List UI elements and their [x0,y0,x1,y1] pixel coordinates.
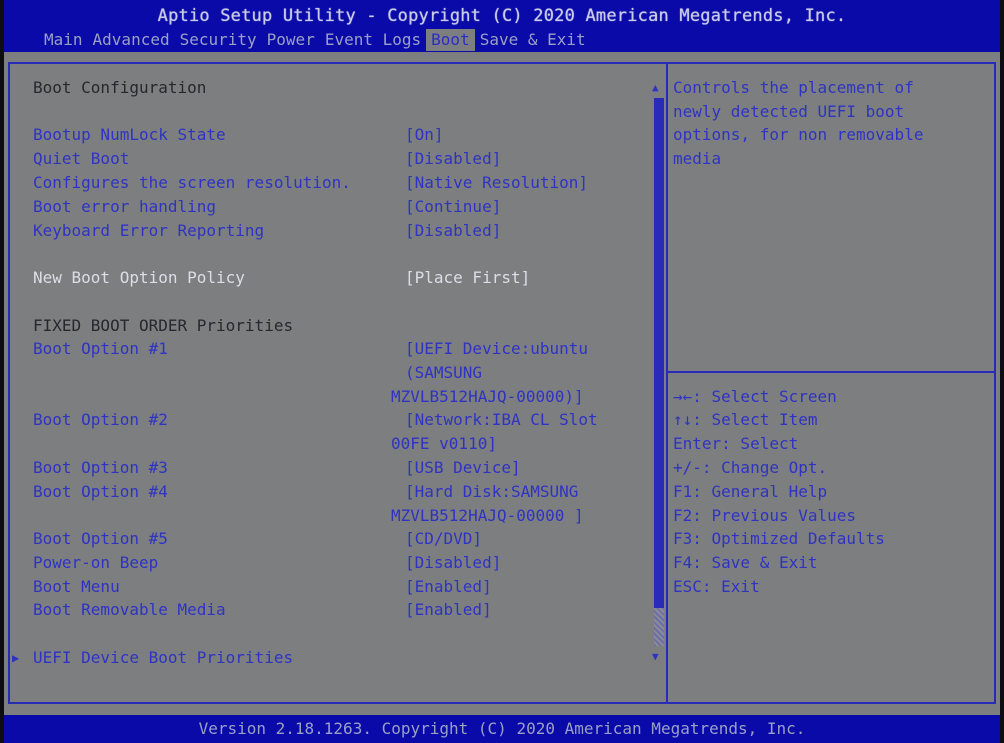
setting-label-quiet-boot[interactable]: Quiet Boot [33,147,129,171]
tab-bar: Main Advanced Security Power Event Logs … [44,29,591,51]
key-hint-f2: F2: Previous Values [673,506,857,525]
fixed-boot-order-title: FIXED BOOT ORDER Priorities [33,316,294,335]
boot-option-4-value[interactable]: [Hard Disk:SAMSUNG [405,480,578,504]
key-hint-change-opt: +/-: Change Opt. [673,458,828,477]
footer-bar: Version 2.18.1263. Copyright (C) 2020 Am… [4,715,1000,743]
key-hint-select-screen: →←: Select Screen [673,387,837,406]
setting-label-new-boot-option-policy[interactable]: New Boot Option Policy [33,266,245,290]
boot-option-3-label[interactable]: Boot Option #3 [33,456,168,480]
setting-value-boot-error[interactable]: [Continue] [405,195,501,219]
help-line-1: Controls the placement of [673,78,914,97]
setting-label-screen-resolution[interactable]: Configures the screen resolution. [33,171,351,195]
header-bar: Aptio Setup Utility - Copyright (C) 2020… [4,0,1000,52]
bios-screen: Aptio Setup Utility - Copyright (C) 2020… [4,0,1000,743]
setting-value-new-boot-option-policy[interactable]: [Place First] [405,266,530,290]
tab-event-logs[interactable]: Event Logs [320,29,426,51]
boot-option-3-value[interactable]: [USB Device] [405,456,521,480]
boot-option-5-label[interactable]: Boot Option #5 [33,527,168,551]
tab-save-exit[interactable]: Save & Exit [475,29,591,51]
boot-option-2-label[interactable]: Boot Option #2 [33,408,168,432]
setting-value-power-on-beep[interactable]: [Disabled] [405,551,501,575]
setting-value-boot-menu[interactable]: [Enabled] [405,575,492,599]
setting-label-boot-error[interactable]: Boot error handling [33,195,216,219]
setting-label-numlock[interactable]: Bootup NumLock State [33,123,226,147]
setting-value-screen-resolution[interactable]: [Native Resolution] [405,171,588,195]
setting-label-keyboard-error[interactable]: Keyboard Error Reporting [33,219,264,243]
tab-main[interactable]: Main [44,29,88,51]
window-title: Aptio Setup Utility - Copyright (C) 2020… [157,6,847,26]
key-hint-f3: F3: Optimized Defaults [673,529,885,548]
panel-divider [666,62,668,704]
setting-label-boot-menu[interactable]: Boot Menu [33,575,120,599]
boot-option-5-value[interactable]: [CD/DVD] [405,527,482,551]
tab-boot[interactable]: Boot [426,29,475,51]
scrollbar-track-rest [654,608,664,646]
boot-option-1-value[interactable]: [UEFI Device:ubuntu [405,337,588,361]
setting-label-power-on-beep[interactable]: Power-on Beep [33,551,158,575]
boot-option-1-value-line2[interactable]: (SAMSUNG [405,361,482,385]
key-hint-esc: ESC: Exit [673,577,760,596]
setting-value-numlock[interactable]: [On] [405,123,444,147]
scrollbar-thumb[interactable] [654,98,664,608]
scroll-up-arrow-icon[interactable]: ▲ [652,81,659,94]
key-hint-f4: F4: Save & Exit [673,553,818,572]
boot-option-1-label[interactable]: Boot Option #1 [33,337,168,361]
help-line-4: media [673,149,722,168]
section-title: Boot Configuration [33,78,207,97]
help-keys-divider [668,371,996,373]
scroll-down-arrow-icon[interactable]: ▼ [652,650,659,663]
tab-security[interactable]: Security [175,29,262,51]
key-hint-select-item: ↑↓: Select Item [673,410,818,429]
boot-option-1-value-line3[interactable]: MZVLB512HAJQ-00000)] [391,385,584,409]
setting-value-quiet-boot[interactable]: [Disabled] [405,147,501,171]
boot-option-4-value-line2[interactable]: MZVLB512HAJQ-00000 ] [391,504,584,528]
submenu-arrow-icon: ▶ [12,651,20,665]
setting-label-boot-removable-media[interactable]: Boot Removable Media [33,598,226,622]
key-hint-enter: Enter: Select [673,434,799,453]
setting-value-boot-removable-media[interactable]: [Enabled] [405,598,492,622]
key-hint-f1: F1: General Help [673,482,828,501]
tab-advanced[interactable]: Advanced [88,29,175,51]
setting-value-keyboard-error[interactable]: [Disabled] [405,219,501,243]
version-text: Version 2.18.1263. Copyright (C) 2020 Am… [198,719,806,738]
boot-option-2-value[interactable]: [Network:IBA CL Slot [405,408,598,432]
submenu-uefi-device-boot-priorities[interactable]: UEFI Device Boot Priorities [33,646,293,670]
help-line-2: newly detected UEFI boot [673,102,905,121]
tab-power[interactable]: Power [262,29,320,51]
boot-option-2-value-line2[interactable]: 00FE v0110] [391,432,497,456]
help-line-3: options, for non removable [673,125,924,144]
scrollbar[interactable] [654,98,664,646]
boot-option-4-label[interactable]: Boot Option #4 [33,480,168,504]
